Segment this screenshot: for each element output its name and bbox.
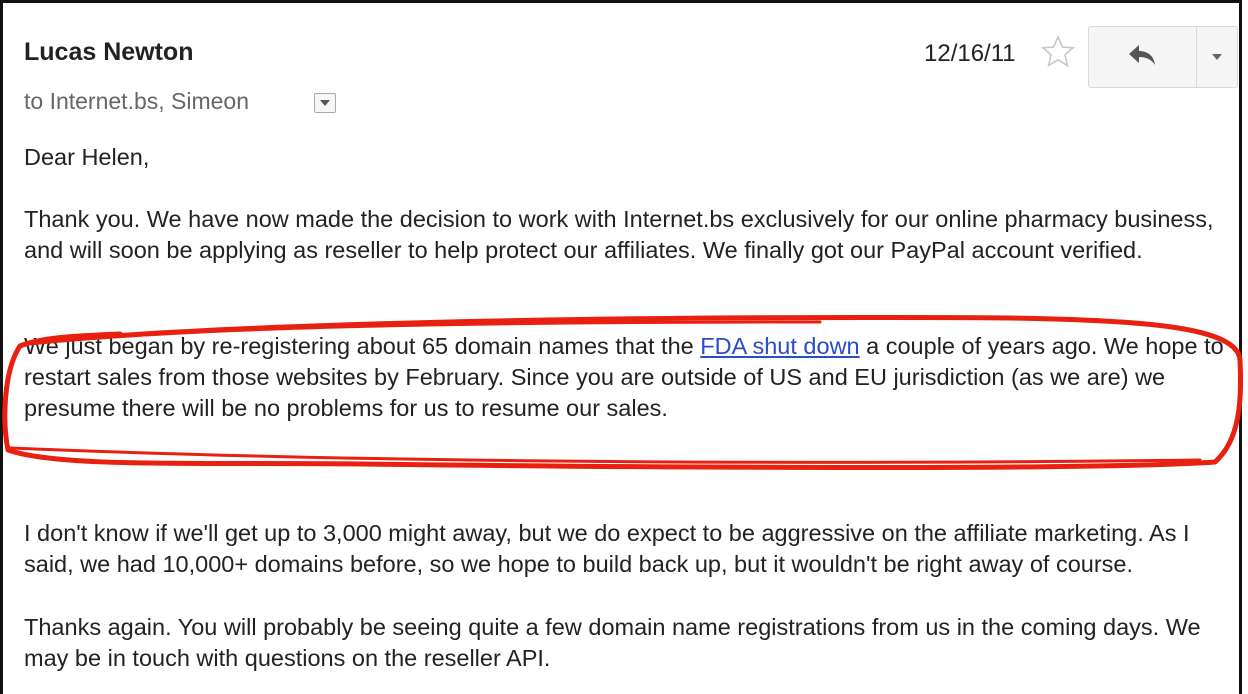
reply-button[interactable] xyxy=(1089,27,1197,87)
paragraph-4: Thanks again. You will probably be seein… xyxy=(24,612,1224,674)
reply-button-group xyxy=(1088,26,1238,88)
paragraph-2: We just began by re-registering about 65… xyxy=(24,331,1224,424)
recipients-line: to Internet.bs, Simeon xyxy=(24,88,250,114)
paragraph-3: I don't know if we'll get up to 3,000 mi… xyxy=(24,518,1224,580)
reply-icon xyxy=(1129,45,1155,65)
sender-name[interactable]: Lucas Newton xyxy=(24,38,193,67)
paragraph-2-text: We just began by re-registering about 65… xyxy=(24,331,1224,424)
greeting: Dear Helen, xyxy=(24,142,1224,173)
message-date: 12/16/11 xyxy=(924,40,1016,67)
paragraph-3-text: I don't know if we'll get up to 3,000 mi… xyxy=(24,520,1190,577)
paragraph-4-text: Thanks again. You will probably be seein… xyxy=(24,614,1201,671)
paragraph-1-text: Thank you. We have now made the decision… xyxy=(24,206,1214,263)
dropdown-arrow-icon xyxy=(320,100,330,106)
chevron-down-icon xyxy=(1212,54,1222,60)
greeting-text: Dear Helen, xyxy=(24,144,150,170)
star-icon[interactable] xyxy=(1040,34,1076,70)
fda-shut-down-link[interactable]: FDA shut down xyxy=(700,333,859,359)
paragraph-2-before: We just began by re-registering about 65… xyxy=(24,333,701,359)
recipients-toggle[interactable] xyxy=(314,93,336,113)
more-options-button[interactable] xyxy=(1197,27,1237,87)
paragraph-1: Thank you. We have now made the decision… xyxy=(24,204,1224,266)
